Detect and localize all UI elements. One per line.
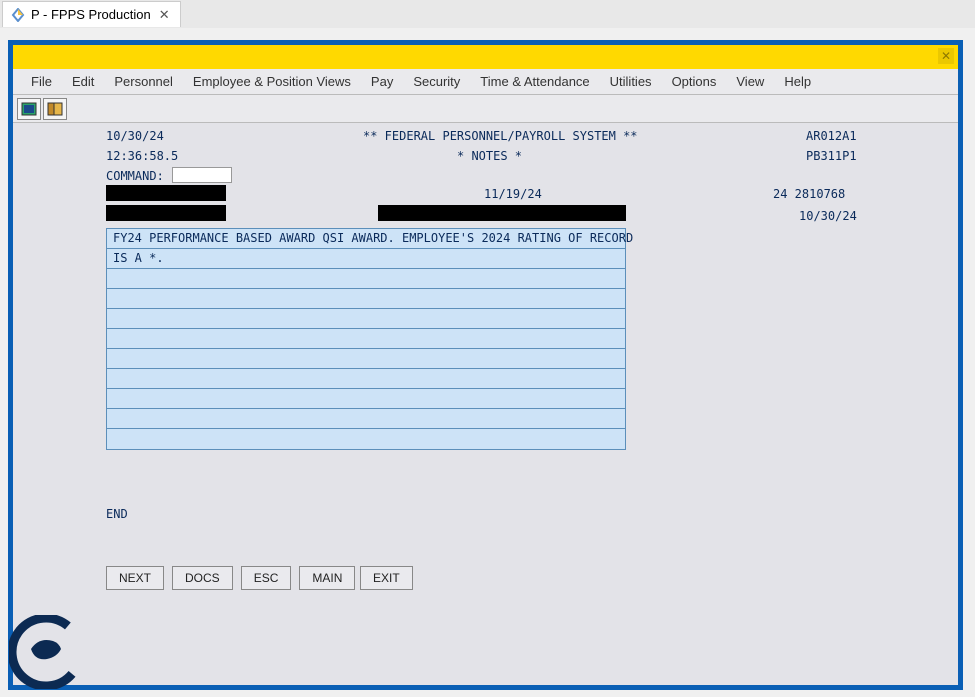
app-icon [11, 8, 25, 22]
effective-date: 11/19/24 [484, 187, 542, 201]
section-title: * NOTES * [457, 149, 522, 163]
menu-file[interactable]: File [21, 70, 62, 93]
panel-id: PB311P1 [806, 149, 857, 163]
note-line[interactable] [107, 329, 625, 349]
note-line[interactable] [107, 289, 625, 309]
redacted-field [106, 185, 226, 201]
tab-title: P - FPPS Production [31, 7, 151, 22]
menu-help[interactable]: Help [774, 70, 821, 93]
menu-utilities[interactable]: Utilities [600, 70, 662, 93]
system-title: ** FEDERAL PERSONNEL/PAYROLL SYSTEM ** [363, 129, 638, 143]
exit-button[interactable]: EXIT [360, 566, 413, 590]
note-line[interactable] [107, 409, 625, 429]
menu-security[interactable]: Security [403, 70, 470, 93]
note-line[interactable]: IS A *. [107, 249, 625, 269]
esc-button[interactable]: ESC [241, 566, 292, 590]
app-window: ✕ File Edit Personnel Employee & Positio… [8, 40, 963, 690]
note-line[interactable]: FY24 PERFORMANCE BASED AWARD QSI AWARD. … [107, 229, 625, 249]
title-bar: ✕ [13, 45, 958, 69]
menu-personnel[interactable]: Personnel [104, 70, 183, 93]
redacted-field [106, 205, 226, 221]
command-label: COMMAND: [106, 169, 164, 183]
run-date: 10/30/24 [799, 209, 857, 223]
note-line[interactable] [107, 309, 625, 329]
terminal-content: 10/30/24 ** FEDERAL PERSONNEL/PAYROLL SY… [13, 123, 958, 685]
tab-close-icon[interactable]: ✕ [157, 7, 172, 23]
toolbar [13, 95, 958, 123]
batch-number: 24 2810768 [773, 187, 845, 201]
browser-tab-bar: P - FPPS Production ✕ [0, 0, 975, 28]
browser-tab[interactable]: P - FPPS Production ✕ [2, 1, 181, 27]
menu-options[interactable]: Options [662, 70, 727, 93]
menu-bar: File Edit Personnel Employee & Position … [13, 69, 958, 95]
redacted-field [378, 205, 626, 221]
note-line[interactable] [107, 429, 625, 449]
screen-id: AR012A1 [806, 129, 857, 143]
notes-box: FY24 PERFORMANCE BASED AWARD QSI AWARD. … [106, 228, 626, 450]
menu-time-attendance[interactable]: Time & Attendance [470, 70, 599, 93]
header-time: 12:36:58.5 [106, 149, 178, 163]
note-line[interactable] [107, 269, 625, 289]
toolbar-btn-screen-icon[interactable] [17, 98, 41, 120]
end-marker: END [106, 507, 128, 521]
note-line[interactable] [107, 349, 625, 369]
note-line[interactable] [107, 389, 625, 409]
menu-edit[interactable]: Edit [62, 70, 104, 93]
toolbar-btn-panel-icon[interactable] [43, 98, 67, 120]
window-close-icon[interactable]: ✕ [938, 48, 954, 64]
menu-employee-position-views[interactable]: Employee & Position Views [183, 70, 361, 93]
header-date: 10/30/24 [106, 129, 164, 143]
agency-logo-icon [9, 615, 83, 689]
note-line[interactable] [107, 369, 625, 389]
docs-button[interactable]: DOCS [172, 566, 233, 590]
menu-pay[interactable]: Pay [361, 70, 403, 93]
next-button[interactable]: NEXT [106, 566, 164, 590]
main-button[interactable]: MAIN [299, 566, 355, 590]
command-input[interactable] [172, 167, 232, 183]
menu-view[interactable]: View [726, 70, 774, 93]
